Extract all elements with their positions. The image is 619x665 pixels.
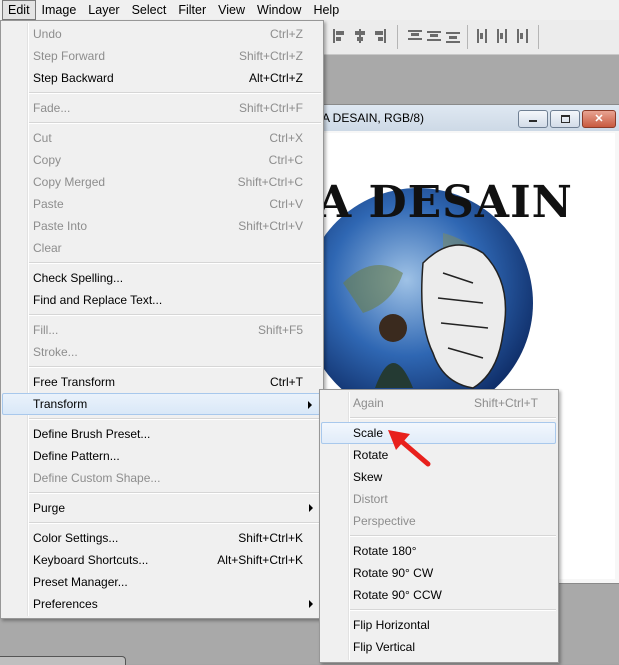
- menu-layer[interactable]: Layer: [82, 1, 125, 19]
- menu-edit[interactable]: Edit: [2, 0, 36, 20]
- menu-view[interactable]: View: [212, 1, 251, 19]
- distribute-top-edges-icon[interactable]: [408, 29, 422, 43]
- menu-item-keyboard-shortcuts[interactable]: Keyboard Shortcuts... Alt+Shift+Ctrl+K: [2, 549, 321, 571]
- menu-item-define-shape[interactable]: Define Custom Shape...: [2, 467, 321, 489]
- menu-item-undo[interactable]: Undo Ctrl+Z: [2, 23, 321, 45]
- distribute-bottom-edges-icon[interactable]: [446, 29, 460, 43]
- menu-item-step-forward[interactable]: Step Forward Shift+Ctrl+Z: [2, 45, 321, 67]
- menu-item-cut[interactable]: Cut Ctrl+X: [2, 127, 321, 149]
- menu-item-copy[interactable]: Copy Ctrl+C: [2, 149, 321, 171]
- distribute-left-edges-icon[interactable]: [476, 29, 490, 43]
- menu-item-rotate-180[interactable]: Rotate 180°: [321, 540, 556, 562]
- menu-item-purge[interactable]: Purge: [2, 497, 321, 519]
- menu-item-copy-merged[interactable]: Copy Merged Shift+Ctrl+C: [2, 171, 321, 193]
- menu-item-check-spelling[interactable]: Check Spelling...: [2, 267, 321, 289]
- menu-filter[interactable]: Filter: [172, 1, 212, 19]
- menu-bar: Edit Image Layer Select Filter View Wind…: [0, 0, 619, 21]
- menu-separator: [350, 535, 556, 537]
- menu-separator: [29, 492, 321, 494]
- submenu-arrow-icon: [308, 401, 312, 409]
- menu-item-free-transform[interactable]: Free Transform Ctrl+T: [2, 371, 321, 393]
- close-button[interactable]: ✕: [582, 110, 616, 128]
- maximize-button[interactable]: [550, 110, 580, 128]
- document-titlebar[interactable]: A DESAIN, RGB/8) ✕: [319, 105, 619, 131]
- menu-separator: [29, 262, 321, 264]
- menu-item-distort[interactable]: Distort: [321, 488, 556, 510]
- menu-separator: [29, 366, 321, 368]
- menu-item-flip-horizontal[interactable]: Flip Horizontal: [321, 614, 556, 636]
- menu-separator: [350, 609, 556, 611]
- menu-item-define-brush[interactable]: Define Brush Preset...: [2, 423, 321, 445]
- menu-item-step-backward[interactable]: Step Backward Alt+Ctrl+Z: [2, 67, 321, 89]
- menu-item-preset-manager[interactable]: Preset Manager...: [2, 571, 321, 593]
- align-left-edges-icon[interactable]: [333, 29, 347, 43]
- menu-separator: [29, 122, 321, 124]
- menu-item-fade[interactable]: Fade... Shift+Ctrl+F: [2, 97, 321, 119]
- align-right-edges-icon[interactable]: [372, 29, 386, 43]
- minimize-button[interactable]: [518, 110, 548, 128]
- annotation-arrow-icon: [388, 430, 431, 467]
- menu-separator: [350, 417, 556, 419]
- menu-item-color-settings[interactable]: Color Settings... Shift+Ctrl+K: [2, 527, 321, 549]
- edit-menu: Undo Ctrl+Z Step Forward Shift+Ctrl+Z St…: [0, 20, 324, 619]
- document-title: A DESAIN, RGB/8): [322, 111, 425, 125]
- close-icon: ✕: [594, 112, 604, 125]
- menu-separator: [29, 314, 321, 316]
- distribute-horizontal-centers-icon[interactable]: [495, 29, 509, 43]
- menu-separator: [29, 522, 321, 524]
- menu-separator: [29, 418, 321, 420]
- maximize-icon: [560, 115, 570, 123]
- menu-image[interactable]: Image: [36, 1, 83, 19]
- menu-item-paste-into[interactable]: Paste Into Shift+Ctrl+V: [2, 215, 321, 237]
- artwork-text: A DESAIN: [323, 177, 573, 228]
- menu-item-clear[interactable]: Clear: [2, 237, 321, 259]
- distribute-vertical-centers-icon[interactable]: [427, 29, 441, 43]
- menu-item-rotate-90-ccw[interactable]: Rotate 90° CCW: [321, 584, 556, 606]
- menu-item-perspective[interactable]: Perspective: [321, 510, 556, 532]
- minimize-icon: [529, 120, 537, 122]
- submenu-arrow-icon: [309, 600, 313, 608]
- menu-item-define-pattern[interactable]: Define Pattern...: [2, 445, 321, 467]
- distribute-right-edges-icon[interactable]: [514, 29, 528, 43]
- align-horizontal-centers-icon[interactable]: [353, 29, 367, 43]
- menu-item-transform[interactable]: Transform: [2, 393, 321, 415]
- menu-item-paste[interactable]: Paste Ctrl+V: [2, 193, 321, 215]
- menu-window[interactable]: Window: [251, 1, 307, 19]
- menu-item-rotate-90-cw[interactable]: Rotate 90° CW: [321, 562, 556, 584]
- menu-item-preferences[interactable]: Preferences: [2, 593, 321, 615]
- menu-separator: [29, 92, 321, 94]
- menu-select[interactable]: Select: [126, 1, 173, 19]
- menu-item-fill[interactable]: Fill... Shift+F5: [2, 319, 321, 341]
- menu-item-again[interactable]: Again Shift+Ctrl+T: [321, 392, 556, 414]
- menu-item-find-replace[interactable]: Find and Replace Text...: [2, 289, 321, 311]
- submenu-arrow-icon: [309, 504, 313, 512]
- menu-item-flip-vertical[interactable]: Flip Vertical: [321, 636, 556, 658]
- menu-item-stroke[interactable]: Stroke...: [2, 341, 321, 363]
- menu-help[interactable]: Help: [307, 1, 345, 19]
